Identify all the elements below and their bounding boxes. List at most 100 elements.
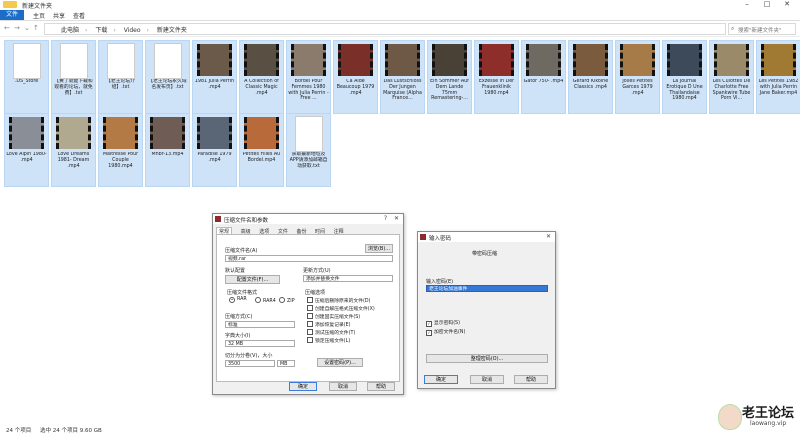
option-checkbox[interactable]: 测试压缩的文件(T) [307,329,355,336]
watermark-name: 老王论坛 [742,406,795,421]
browse-button[interactable]: 浏览(B)... [365,244,393,253]
file-name: Mnbr-13.mp4 [151,152,184,157]
file-item[interactable]: Jolies Petites Garces 1979 .mp4 [615,40,660,114]
options-label: 压缩选项 [305,290,326,296]
back-icon[interactable]: ← [4,24,10,32]
video-thumbnail-icon [385,44,420,76]
tab-home[interactable]: 主页 [30,11,48,20]
file-item[interactable]: 【黄了就能下载和观看的论坛，就免费】.txt [51,40,96,114]
file-item[interactable]: Les Culottes De Charlotte Free Spankwire… [709,40,754,114]
up-icon[interactable]: ↑ [33,24,39,32]
option-checkbox[interactable]: 创建固实压缩文件(S) [307,313,360,320]
file-name: Petites Filles Au Bordel.mp4 [242,152,281,163]
password-ok-button[interactable]: 确定 [424,375,458,384]
selection-info: 选中 24 个项目 9.60 GB [40,428,102,434]
password-help-button[interactable]: 帮助 [514,375,548,384]
video-thumbnail-icon [197,44,232,76]
video-thumbnail-icon [432,44,467,76]
forward-icon[interactable]: → [14,24,20,32]
dict-label: 字典大小(I) [225,333,251,339]
winrar-icon [215,216,221,222]
avatar [718,404,742,430]
minimize-button[interactable]: – [738,0,756,8]
file-name: 【老王论坛介绍】.txt [106,79,135,90]
show-password-checkbox[interactable]: ✓ 显示密码(S) [426,319,460,327]
breadcrumb-item[interactable]: 新建文件夹 [157,27,187,34]
file-item[interactable]: Gator 750- .mp4 [521,40,566,114]
dict-select[interactable]: 32 MB [225,340,295,347]
file-item[interactable]: Ca Aide Beaucoup 1979 .mp4 [333,40,378,114]
set-password-button[interactable]: 设置密码(P)... [317,358,363,367]
general-panel: 压缩文件名(A) 浏览(B)... 视频.rar 默认配置 配置文件(F)...… [216,234,400,382]
document-icon [107,43,135,79]
video-thumbnail-icon [761,44,796,76]
file-item[interactable]: Mnbr-13.mp4 [145,113,190,187]
breadcrumb[interactable]: 此电脑 › 下载 › Video › 新建文件夹 [44,23,726,35]
dialog-title-bar: 压缩文件名和参数 ? ✕ [213,214,403,224]
split-size-field[interactable]: 3500 [225,360,275,367]
chevron-down-icon[interactable]: ⌄ [24,24,30,32]
file-item[interactable]: A Collection of Classic Magic .mp4 [239,40,284,114]
file-item[interactable]: 获取最新地址及APP请添加邮箱自动获取.txt [286,113,331,187]
format-rar-radio[interactable]: • RAR [229,297,247,303]
file-name: Gator 750- .mp4 [523,79,564,84]
window-title: 新建文件夹 [22,3,53,10]
tab-view[interactable]: 查看 [70,11,88,20]
file-item[interactable]: Bordel Pour Femmes 1980 with Julia Perri… [286,40,331,114]
option-checkbox[interactable]: 创建自解压格式压缩文件(X) [307,305,375,312]
file-item[interactable]: .DS_Store [4,40,49,114]
file-item[interactable]: 【老王论坛介绍】.txt [98,40,143,114]
file-item[interactable]: Das Lustschloss Der Jungen Marquise (Alp… [380,40,425,114]
file-item[interactable]: Les Petites 1982 with Julia Perrin Jane … [756,40,800,114]
split-label: 切分为分卷(V)，大小 [225,353,273,359]
cancel-button[interactable]: 取消 [329,382,357,391]
file-item[interactable]: Love Alpin 1980- .mp4 [4,113,49,187]
tab-file[interactable]: 文件 [0,10,25,20]
organize-passwords-button[interactable]: 整理密码(O)... [426,354,548,363]
video-thumbnail-icon [244,117,279,149]
method-select[interactable]: 标准 [225,321,295,328]
option-checkbox[interactable]: 锁定压缩文件(L) [307,337,350,344]
tab-share[interactable]: 共享 [50,11,68,20]
file-item[interactable]: 【老王论坛永久域名发布页】.txt [145,40,190,114]
file-item[interactable]: 1981 Julia Perrin .mp4 [192,40,237,114]
close-icon[interactable]: ✕ [394,215,399,222]
video-thumbnail-icon [103,117,138,149]
file-item[interactable]: Gerard Kikoine Classics .mp4 [568,40,613,114]
close-button[interactable]: ✕ [778,0,796,8]
file-item[interactable]: Paradise 1979 .mp4 [192,113,237,187]
encrypt-filenames-checkbox[interactable]: ✓ 加密文件名(N) [426,328,465,336]
file-item[interactable]: Maitresse Pour Couple 1980.mp4 [98,113,143,187]
file-item[interactable]: Love Dreams 1981- Dream .mp4 [51,113,96,187]
help-button[interactable]: 帮助 [367,382,395,391]
password-cancel-button[interactable]: 取消 [470,375,504,384]
archive-name-field[interactable]: 视频.rar [225,255,393,262]
option-checkbox[interactable]: 添加恢复记录(E) [307,321,351,328]
breadcrumb-item[interactable]: 下载 [95,27,107,34]
password-field[interactable]: 老王论坛加油事件 [426,285,548,292]
profile-button[interactable]: 配置文件(F)... [225,275,280,284]
breadcrumb-item[interactable]: 此电脑 [61,27,79,34]
ribbon: 文件 主页 共享 查看 [0,10,800,21]
help-icon[interactable]: ? [384,215,387,222]
format-zip-radio[interactable]: ZIP [279,297,295,304]
file-item[interactable]: Petites Filles Au Bordel.mp4 [239,113,284,187]
file-item[interactable]: Exzesse in Der Frauenklinik 1980.mp4 [474,40,519,114]
maximize-button[interactable]: □ [758,0,776,8]
ok-button[interactable]: 确定 [289,382,317,391]
file-name: A Collection of Classic Magic .mp4 [244,79,279,96]
format-rar4-radio[interactable]: RAR4 [255,297,276,304]
split-unit-select[interactable]: MB [277,360,295,367]
video-thumbnail-icon [56,117,91,149]
close-icon[interactable]: ✕ [546,233,551,240]
file-name: 1981 Julia Perrin .mp4 [194,79,235,90]
update-mode-select[interactable]: 添加并替换文件 [303,275,393,282]
video-thumbnail-icon [573,44,608,76]
profile-label: 默认配置 [225,268,246,274]
breadcrumb-item[interactable]: Video [124,27,141,34]
search-input[interactable]: ⌕ 搜索"新建文件夹" [728,23,796,35]
file-item[interactable]: La Journal Erotique D Une Thailandaise 1… [662,40,707,114]
file-name: La Journal Erotique D Une Thailandaise 1… [666,79,703,102]
option-checkbox[interactable]: 压缩后删除原来的文件(D) [307,297,370,304]
file-item[interactable]: Ein Sommer Auf Dem Lande 75mm Remasterin… [427,40,472,114]
